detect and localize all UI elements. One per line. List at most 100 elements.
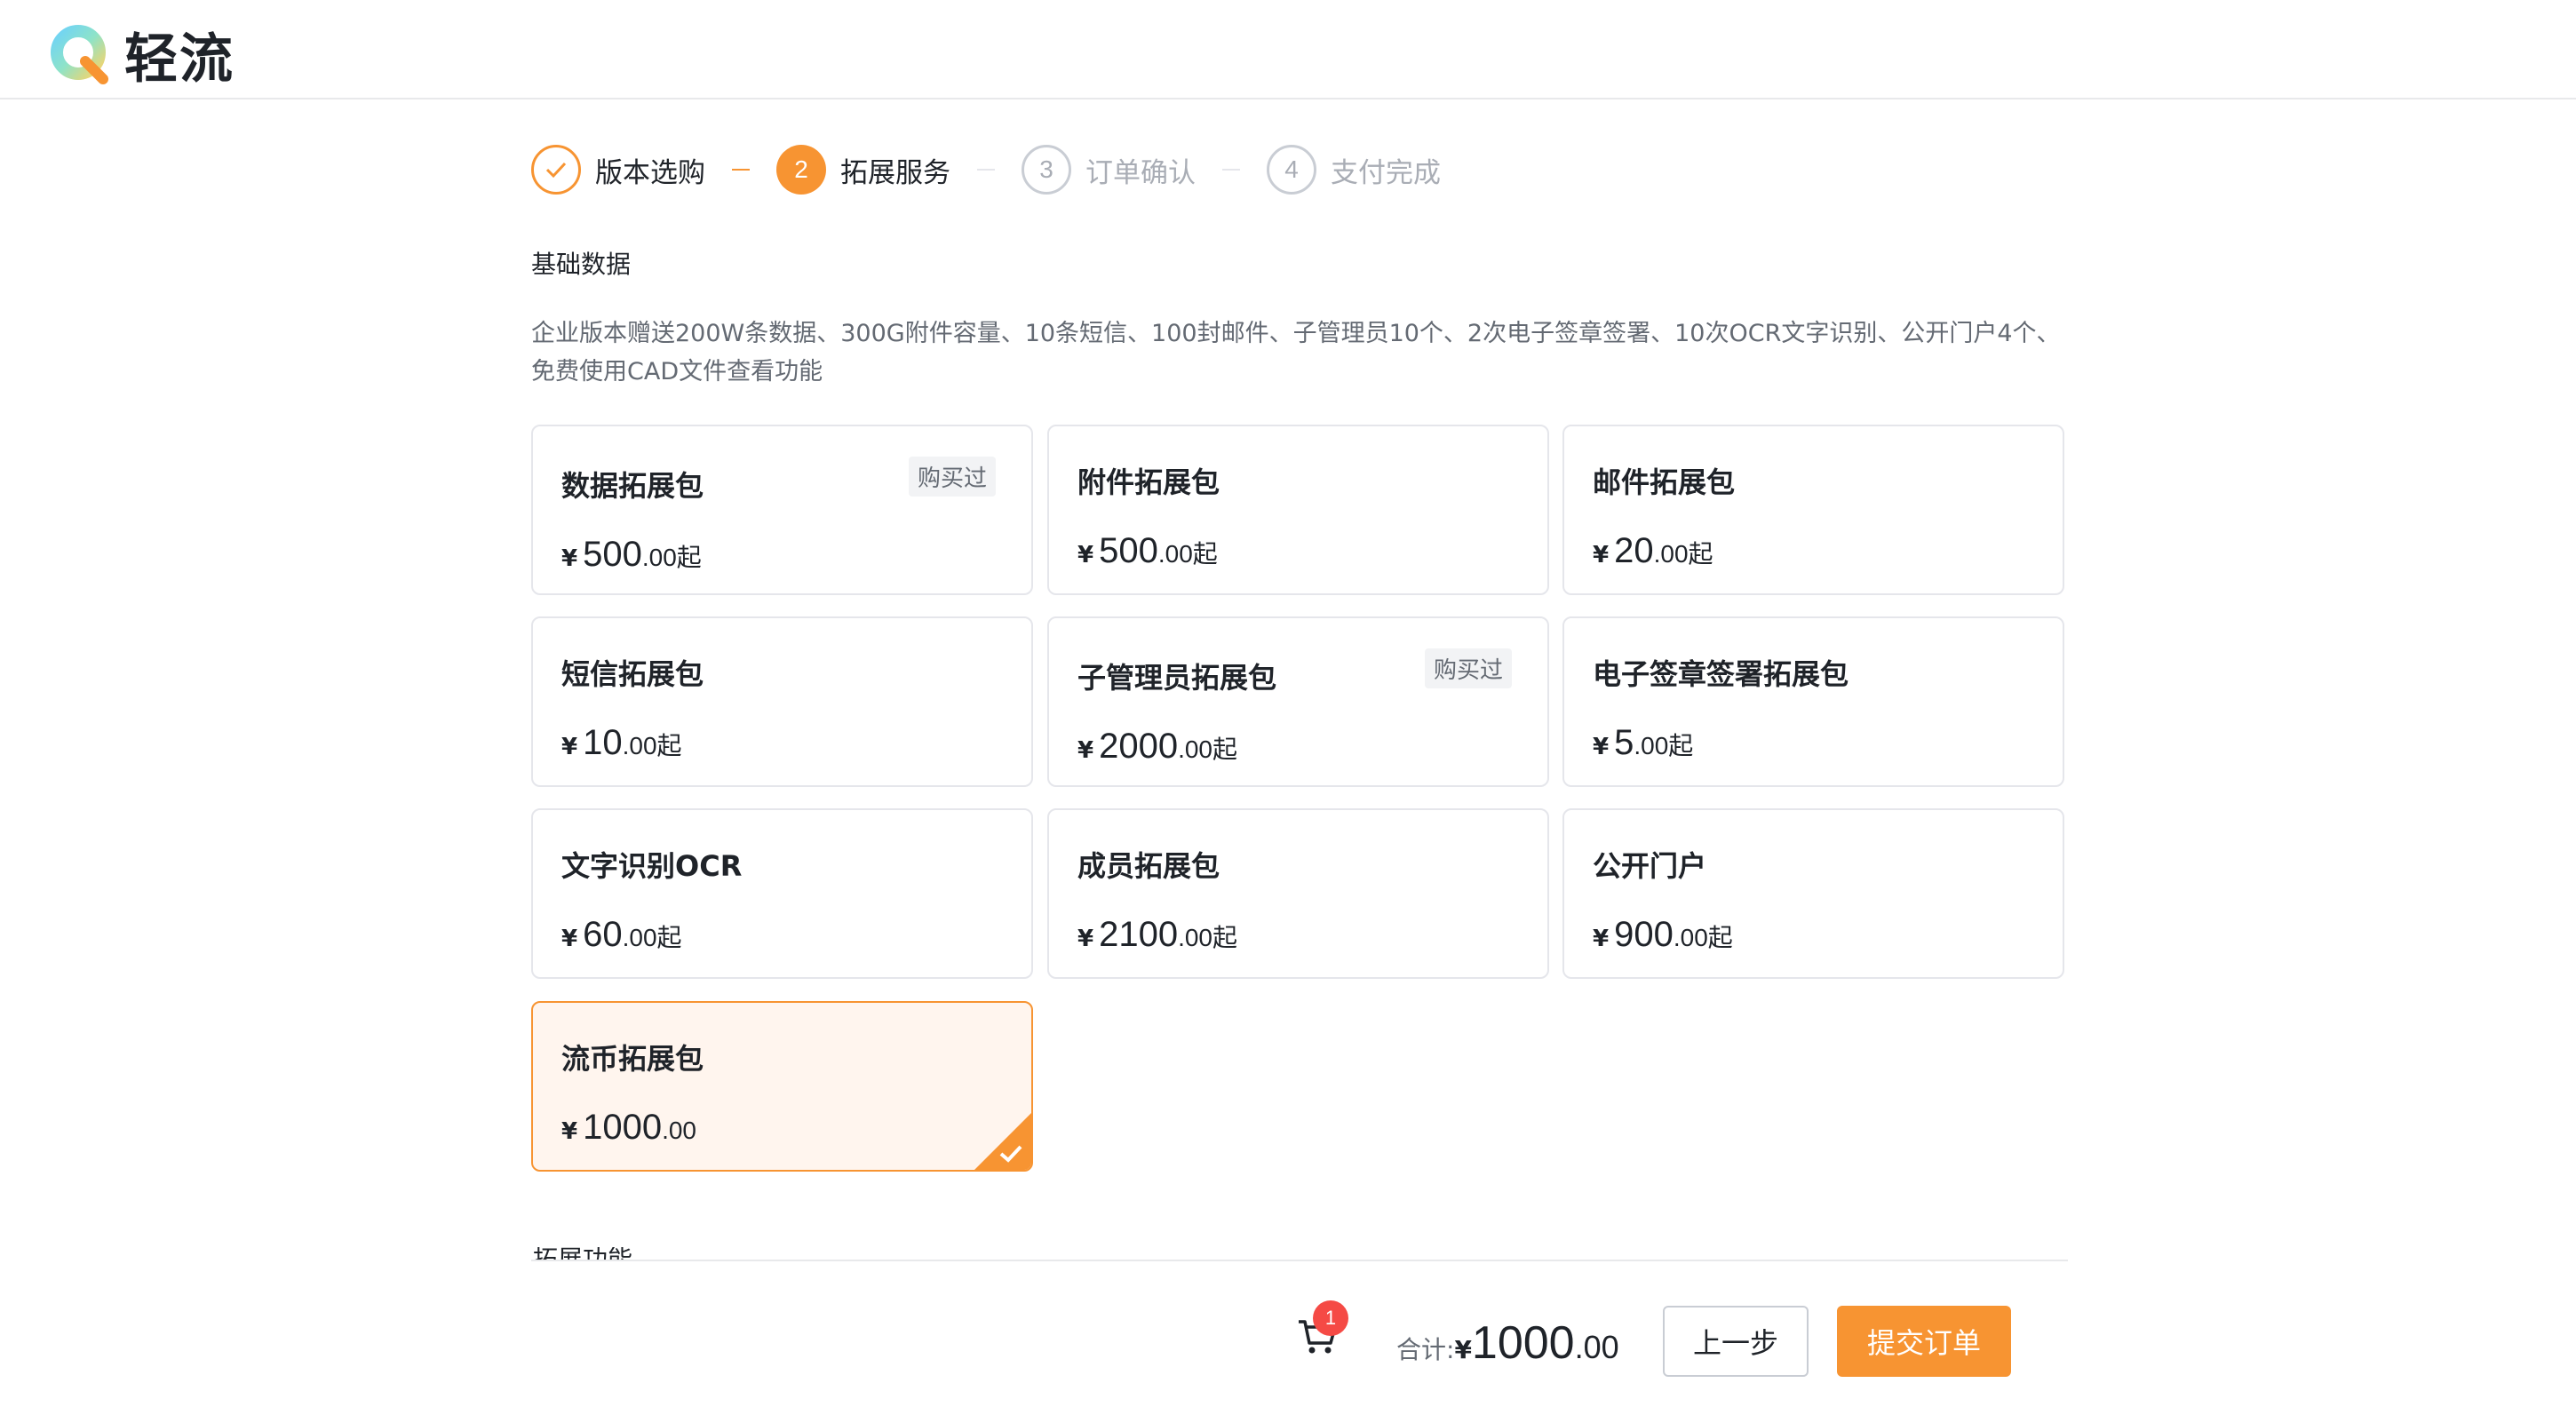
step-payment-complete: 4 支付完成 <box>1267 145 1441 195</box>
step-label: 版本选购 <box>595 156 705 189</box>
package-name: 子管理员拓展包 <box>1077 661 1277 695</box>
price-dec: .00 <box>622 732 657 759</box>
price-currency: ¥ <box>561 1118 578 1145</box>
price-int: 500 <box>583 535 642 574</box>
price-currency: ¥ <box>1077 542 1094 568</box>
price-int: 2100 <box>1099 915 1179 954</box>
price-currency: ¥ <box>561 545 578 572</box>
package-name: 短信拓展包 <box>561 657 704 691</box>
price-int: 900 <box>1614 915 1674 954</box>
price-currency: ¥ <box>1593 542 1610 568</box>
price-dec: .00 <box>622 924 657 951</box>
price-int: 2000 <box>1099 727 1179 766</box>
price-int: 10 <box>583 723 623 762</box>
total-dec: .00 <box>1574 1329 1619 1365</box>
price-suffix: 起 <box>676 543 702 572</box>
logo-icon <box>51 24 108 84</box>
price-dec: .00 <box>1178 924 1213 951</box>
package-name: 邮件拓展包 <box>1593 465 1736 499</box>
package-name: 流币拓展包 <box>561 1042 704 1076</box>
package-price: ¥60.00起 <box>561 915 682 955</box>
package-price: ¥500.00起 <box>561 535 702 575</box>
price-int: 1000 <box>583 1108 663 1147</box>
package-price: ¥20.00起 <box>1593 531 1713 571</box>
price-dec: .00 <box>1178 735 1213 763</box>
price-suffix: 起 <box>1688 539 1713 568</box>
package-name: 附件拓展包 <box>1077 465 1220 499</box>
price-currency: ¥ <box>1077 926 1094 952</box>
total-currency: ¥ <box>1454 1335 1472 1364</box>
price-currency: ¥ <box>561 926 578 952</box>
package-name: 数据拓展包 <box>561 469 704 503</box>
package-price: ¥500.00起 <box>1077 531 1218 571</box>
price-suffix: 起 <box>1212 735 1238 764</box>
purchased-badge: 购买过 <box>908 457 996 497</box>
price-suffix: 起 <box>1212 923 1238 952</box>
section-title: 基础数据 <box>531 250 632 279</box>
app-logo[interactable]: 轻流 <box>50 16 235 93</box>
package-name: 成员拓展包 <box>1077 849 1220 883</box>
package-card-ocr[interactable]: 文字识别OCR ¥60.00起 <box>531 808 1033 979</box>
price-dec: .00 <box>1653 540 1689 568</box>
package-name: 电子签章签署拓展包 <box>1593 657 1849 691</box>
package-price: ¥1000.00 <box>561 1108 696 1148</box>
selected-check-icon <box>974 1113 1031 1170</box>
package-card-e-signature[interactable]: 电子签章签署拓展包 ¥5.00起 <box>1562 616 2064 787</box>
price-suffix: 起 <box>1668 731 1694 760</box>
package-price: ¥2000.00起 <box>1077 727 1237 767</box>
total-label: 合计: <box>1396 1335 1455 1364</box>
package-card-data[interactable]: 数据拓展包 购买过 ¥500.00起 <box>531 425 1033 595</box>
package-card-coins[interactable]: 流币拓展包 ¥1000.00 <box>531 1001 1033 1172</box>
previous-step-button[interactable]: 上一步 <box>1663 1306 1809 1377</box>
submit-order-button[interactable]: 提交订单 <box>1837 1306 2011 1377</box>
package-price: ¥5.00起 <box>1593 723 1693 763</box>
step-extension-services[interactable]: 2 拓展服务 <box>776 145 950 195</box>
step-version-select[interactable]: 版本选购 <box>531 145 705 195</box>
step-label: 支付完成 <box>1331 156 1441 189</box>
order-footer: 1 合计: ¥ 1000 .00 上一步 提交订单 <box>0 1261 2576 1407</box>
package-price: ¥2100.00起 <box>1077 915 1237 955</box>
price-int: 20 <box>1614 531 1654 570</box>
section-description: 企业版本赠送200W条数据、300G附件容量、10条短信、100封邮件、子管理员… <box>531 320 2061 386</box>
price-int: 5 <box>1614 723 1634 762</box>
price-int: 60 <box>583 915 623 954</box>
price-suffix: 起 <box>656 731 682 760</box>
step-label: 拓展服务 <box>840 156 950 189</box>
step-separator <box>732 169 750 171</box>
package-price: ¥900.00起 <box>1593 915 1733 955</box>
package-name: 公开门户 <box>1593 849 1707 883</box>
package-card-sms[interactable]: 短信拓展包 ¥10.00起 <box>531 616 1033 787</box>
package-name: 文字识别OCR <box>561 849 743 883</box>
price-currency: ¥ <box>1593 734 1610 760</box>
order-total: 合计: ¥ 1000 .00 <box>1396 1316 1619 1370</box>
app-name: 轻流 <box>124 28 235 91</box>
package-card-members[interactable]: 成员拓展包 ¥2100.00起 <box>1047 808 1549 979</box>
cart-count-badge: 1 <box>1313 1300 1348 1336</box>
package-price: ¥10.00起 <box>561 723 682 763</box>
next-section-title: 拓展功能 <box>533 1247 632 1260</box>
price-currency: ¥ <box>1077 737 1094 764</box>
step-number: 2 <box>776 145 826 195</box>
order-stepper: 版本选购 2 拓展服务 3 订单确认 4 支付完成 <box>531 144 1441 195</box>
price-suffix: 起 <box>1192 539 1218 568</box>
step-done-icon <box>531 145 581 195</box>
step-label: 订单确认 <box>1085 156 1196 189</box>
step-separator <box>977 169 995 171</box>
price-dec: .00 <box>1157 540 1193 568</box>
price-currency: ¥ <box>561 734 578 760</box>
price-suffix: 起 <box>656 923 682 952</box>
package-card-attachment[interactable]: 附件拓展包 ¥500.00起 <box>1047 425 1549 595</box>
price-dec: .00 <box>641 544 677 571</box>
package-card-sub-admin[interactable]: 子管理员拓展包 购买过 ¥2000.00起 <box>1047 616 1549 787</box>
step-number: 3 <box>1022 145 1071 195</box>
purchased-badge: 购买过 <box>1424 648 1512 688</box>
price-int: 500 <box>1099 531 1158 570</box>
step-separator <box>1222 169 1240 171</box>
package-card-email[interactable]: 邮件拓展包 ¥20.00起 <box>1562 425 2064 595</box>
package-card-public-portal[interactable]: 公开门户 ¥900.00起 <box>1562 808 2064 979</box>
step-number: 4 <box>1267 145 1316 195</box>
price-dec: .00 <box>1673 924 1708 951</box>
price-dec: .00 <box>662 1117 697 1144</box>
step-order-confirm: 3 订单确认 <box>1022 145 1196 195</box>
top-bar: 轻流 <box>0 0 2576 99</box>
